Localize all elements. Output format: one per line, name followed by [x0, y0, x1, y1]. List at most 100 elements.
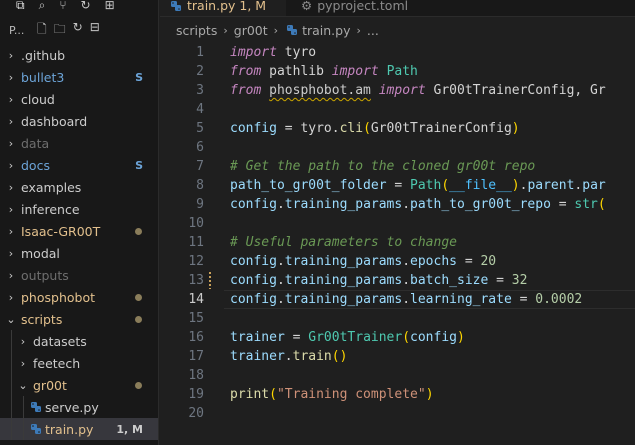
line-number: 1	[196, 45, 204, 60]
code-line[interactable]: 14 config.training_params.learning_rate =…	[160, 290, 635, 309]
code-token: trainer	[230, 330, 285, 345]
folder-item[interactable]: › examples	[0, 176, 158, 198]
code-line[interactable]: 4	[160, 100, 635, 119]
code-line[interactable]: 19 print("Training complete")	[160, 385, 635, 404]
indent-guide	[11, 374, 12, 396]
search-icon[interactable]: ⌕	[39, 0, 46, 11]
code-line[interactable]: 15	[160, 309, 635, 328]
code-line[interactable]: 9 config.training_params.path_to_gr00t_re…	[160, 195, 635, 214]
folder-item[interactable]: › docs S	[0, 154, 158, 176]
code-token: training_params	[284, 273, 403, 288]
code-line[interactable]: 2 from pathlib import Path	[160, 62, 635, 81]
code-token: __file__	[449, 178, 512, 193]
folder-item[interactable]: ⌄ gr00t	[0, 374, 158, 396]
folder-item[interactable]: › data	[0, 132, 158, 154]
code-token: training_params	[284, 197, 403, 212]
code-token: )	[425, 387, 434, 402]
code-token: learning_rate	[410, 292, 512, 307]
code-text: config.training_params.epochs = 20	[230, 252, 496, 271]
folder-item[interactable]: › .github	[0, 44, 158, 66]
editor-area: train.py 1, M ⚙ pyproject.toml scripts ›…	[160, 0, 635, 445]
breadcrumb-item[interactable]: ...	[367, 23, 379, 38]
tab-pyproject-toml[interactable]: ⚙ pyproject.toml	[293, 0, 416, 16]
modified-dot-icon	[135, 227, 142, 235]
folder-item[interactable]: ⌄ scripts	[0, 308, 158, 330]
code-token: train	[292, 349, 332, 364]
new-folder-icon[interactable]: 🗀	[54, 20, 66, 41]
line-number: 13	[188, 273, 204, 288]
tree-item-label: outputs	[21, 267, 69, 283]
folder-item[interactable]: › outputs	[0, 264, 158, 286]
code-line[interactable]: 20	[160, 404, 635, 423]
folder-item[interactable]: › feetech	[0, 352, 158, 374]
modified-dot-icon	[135, 315, 142, 323]
code-token: =	[284, 330, 309, 345]
tree-item-label: cloud	[21, 91, 55, 107]
refresh-icon[interactable]: ↻	[73, 20, 83, 41]
code-line[interactable]: 18	[160, 366, 635, 385]
chevron-right-icon: ›	[8, 180, 14, 194]
code-line[interactable]: 13 config.training_params.batch_size = 32	[160, 271, 635, 290]
folder-item[interactable]: › modal	[0, 242, 158, 264]
code-line[interactable]: 6	[160, 138, 635, 157]
indent-guide	[11, 396, 12, 418]
file-item[interactable]: train.py 1, M	[0, 418, 158, 440]
code-token: training_params	[284, 292, 403, 307]
chevron-right-icon: ›	[8, 158, 14, 172]
indent-guide	[11, 352, 12, 374]
line-number: 10	[188, 216, 204, 231]
code-line[interactable]: 3 from phosphobot.am import Gr00tTrainerC…	[160, 81, 635, 100]
code-token: .	[402, 197, 411, 212]
code-line[interactable]: 1 import tyro	[160, 43, 635, 62]
breadcrumb-item[interactable]: scripts	[176, 23, 217, 38]
extensions-icon[interactable]: ⊞	[105, 0, 115, 11]
chevron-right-icon: ›	[8, 246, 14, 260]
indent-guide	[11, 330, 12, 352]
project-label[interactable]: P...	[9, 24, 31, 37]
folder-item[interactable]: › inference	[0, 198, 158, 220]
tab-status: 1, M	[239, 0, 267, 13]
code-token: print	[230, 387, 270, 402]
code-token: pathlib	[261, 64, 332, 79]
code-token: .	[402, 273, 411, 288]
chevron-down-icon: ⌄	[18, 378, 28, 392]
folder-item[interactable]: › dashboard	[0, 110, 158, 132]
refresh-icon[interactable]: ↻	[81, 0, 91, 11]
folder-item[interactable]: › datasets	[0, 330, 158, 352]
status-badge: S	[135, 158, 143, 172]
code-text: from pathlib import Path	[230, 62, 418, 81]
code-line[interactable]: 17 trainer.train()	[160, 347, 635, 366]
files-icon[interactable]: ⧉	[16, 0, 25, 11]
code-text: path_to_gr00t_folder = Path(__file__).pa…	[230, 176, 606, 195]
code-text: trainer = Gr00tTrainer(config)	[230, 328, 465, 347]
folder-item[interactable]: › phosphobot	[0, 286, 158, 308]
tree-item-label: scripts	[21, 311, 63, 327]
code-line[interactable]: 10	[160, 214, 635, 233]
breadcrumb-item[interactable]: gr00t	[234, 23, 268, 38]
new-file-icon[interactable]: 🗋	[37, 20, 47, 41]
line-number: 15	[188, 311, 204, 326]
code-line[interactable]: 16 trainer = Gr00tTrainer(config)	[160, 328, 635, 347]
file-item[interactable]: serve.py	[0, 396, 158, 418]
code-line[interactable]: 8 path_to_gr00t_folder = Path(__file__).p…	[160, 176, 635, 195]
code-line[interactable]: 5 config = tyro.cli(Gr00tTrainerConfig)	[160, 119, 635, 138]
folder-item[interactable]: › cloud	[0, 88, 158, 110]
folder-item[interactable]: › Isaac-GR00T	[0, 220, 158, 242]
breadcrumb-item[interactable]: train.py	[302, 23, 350, 38]
code-editor[interactable]: 1 import tyro 2 from pathlib import Path 3 fr…	[160, 43, 635, 423]
folder-item[interactable]: › bullet3 S	[0, 66, 158, 88]
code-token: ()	[331, 349, 348, 364]
code-line[interactable]: 7 # Get the path to the cloned gr00t repo	[160, 157, 635, 176]
code-line[interactable]: 11 # Useful parameters to change	[160, 233, 635, 252]
tree-item-label: Isaac-GR00T	[21, 223, 101, 239]
collapse-all-icon[interactable]: ⊟	[90, 20, 100, 41]
code-text: config.training_params.path_to_gr00t_rep…	[230, 195, 606, 214]
source-control-icon[interactable]: ⑂	[59, 0, 66, 11]
code-token: # Useful parameters to change	[230, 235, 457, 250]
code-token: 0.0002	[535, 292, 583, 307]
tab-train-py[interactable]: train.py 1, M	[160, 0, 286, 16]
file-tree: › .github › bullet3 S › cloud › dashboard › data › d…	[0, 44, 158, 440]
code-token: =	[550, 197, 575, 212]
line-number: 2	[196, 64, 204, 79]
code-line[interactable]: 12 config.training_params.epochs = 20	[160, 252, 635, 271]
